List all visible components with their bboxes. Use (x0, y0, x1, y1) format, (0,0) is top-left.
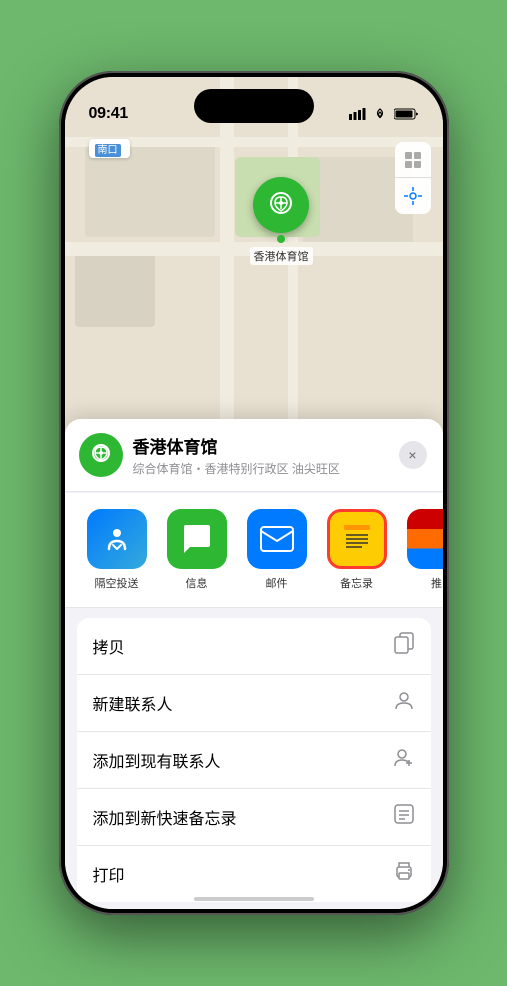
action-new-contact[interactable]: 新建联系人 (77, 675, 431, 732)
phone-screen: 09:41 (65, 77, 443, 909)
new-contact-label: 新建联系人 (93, 691, 173, 715)
map-controls (395, 142, 431, 214)
action-add-existing-contact[interactable]: 添加到现有联系人 (77, 732, 431, 789)
quick-note-label: 添加到新快速备忘录 (93, 805, 237, 829)
home-indicator (194, 897, 314, 901)
add-existing-label: 添加到现有联系人 (93, 748, 221, 772)
notes-label: 备忘录 (340, 575, 373, 591)
notes-icon (327, 509, 387, 569)
copy-icon (393, 632, 415, 660)
action-print[interactable]: 打印 (77, 846, 431, 902)
venue-name: 香港体育馆 (133, 433, 389, 458)
share-item-airdrop[interactable]: 隔空投送 (77, 509, 157, 591)
phone-frame: 09:41 (59, 71, 449, 915)
mail-label: 邮件 (266, 575, 288, 591)
print-label: 打印 (93, 862, 125, 886)
dynamic-island (194, 89, 314, 123)
signal-icon (349, 108, 366, 123)
action-quick-note[interactable]: 添加到新快速备忘录 (77, 789, 431, 846)
location-label: 南口 (89, 139, 130, 158)
location-button[interactable] (395, 178, 431, 214)
map-type-button[interactable] (395, 142, 431, 178)
wifi-icon (372, 108, 388, 123)
venue-sub: 综合体育馆・香港特别行政区 油尖旺区 (133, 460, 389, 477)
status-icons (349, 108, 419, 123)
sheet-header: 香港体育馆 综合体育馆・香港特别行政区 油尖旺区 × (65, 419, 443, 492)
bottom-sheet: 香港体育馆 综合体育馆・香港特别行政区 油尖旺区 × 隔空投送 (65, 419, 443, 909)
map-block (75, 247, 155, 327)
venue-icon (79, 433, 123, 477)
share-item-messages[interactable]: 信息 (157, 509, 237, 591)
airdrop-label: 隔空投送 (95, 575, 139, 591)
battery-icon (394, 108, 419, 123)
new-contact-icon (393, 689, 415, 717)
mail-icon (247, 509, 307, 569)
share-row: 隔空投送 信息 邮件 (65, 493, 443, 608)
quick-note-icon (393, 803, 415, 831)
more-icon (407, 509, 443, 569)
more-label: 推 (431, 575, 442, 591)
pin-label: 香港体育馆 (250, 247, 313, 265)
pin-circle (253, 177, 309, 233)
print-icon (393, 860, 415, 888)
messages-label: 信息 (186, 575, 208, 591)
venue-info: 香港体育馆 综合体育馆・香港特别行政区 油尖旺区 (133, 433, 389, 477)
sheet-close-button[interactable]: × (399, 441, 427, 469)
messages-icon (167, 509, 227, 569)
location-pin: 香港体育馆 (250, 177, 313, 265)
share-item-notes[interactable]: 备忘录 (317, 509, 397, 591)
status-time: 09:41 (89, 105, 128, 123)
action-copy[interactable]: 拷贝 (77, 618, 431, 675)
action-list: 拷贝 新建联系人 添加到现有联系人 (77, 618, 431, 902)
airdrop-icon (87, 509, 147, 569)
add-existing-icon (393, 746, 415, 774)
share-item-more[interactable]: 推 (397, 509, 443, 591)
pin-dot (277, 235, 285, 243)
share-item-mail[interactable]: 邮件 (237, 509, 317, 591)
copy-label: 拷贝 (93, 634, 125, 658)
